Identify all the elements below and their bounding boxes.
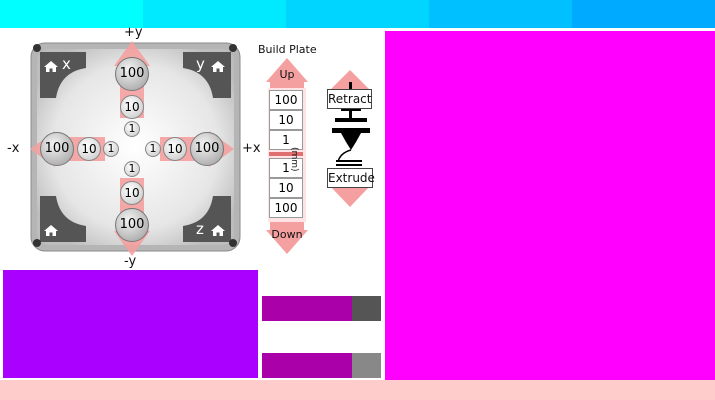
jog-minus-x-1-button[interactable]: 1 [103,141,119,157]
screw [229,239,237,247]
top-strip-segment [572,0,715,28]
step-label: 1 [128,162,136,175]
jog-minus-y-100-button[interactable]: 100 [115,208,149,242]
step-label: 10 [167,142,183,156]
build-plate-steps-up: 100 10 1 [269,90,303,150]
left-bottom-panel [3,270,258,378]
jog-plus-y-10-button[interactable]: 10 [120,95,144,119]
step-label: 1 [107,142,115,155]
step-label: 1 [149,142,157,155]
top-strip [0,0,715,28]
build-plate-up-100-button[interactable]: 100 [269,90,303,110]
step-label: 100 [194,141,220,156]
top-strip-segment [286,0,429,28]
build-plate-down-100-button[interactable]: 100 [269,198,303,218]
top-strip-segment [143,0,286,28]
build-plate-unit-label: (mm) [289,147,299,172]
screw [33,239,41,247]
jog-plus-y-1-button[interactable]: 1 [124,121,140,137]
axis-label-minus-y: -y [124,254,137,269]
extrude-arrow-shape [330,186,370,207]
build-plate-title: Build Plate [258,43,317,56]
step-label: 1 [128,122,136,135]
jog-minus-x-100-button[interactable]: 100 [40,132,74,166]
step-label: 10 [81,142,97,156]
jog-plus-x-100-button[interactable]: 100 [190,132,224,166]
jog-plus-x-10-button[interactable]: 10 [163,137,187,161]
screw [229,44,237,52]
jog-control: x y z +y -y -x +x 100 10 1 1 10 100 100 … [0,25,261,270]
screw [33,44,41,52]
top-strip-segment [429,0,572,28]
home-x-label[interactable]: x [62,55,71,73]
extruder-control: Retract Extrude [322,68,380,210]
build-plate-down-10-button[interactable]: 10 [269,178,303,198]
progress-bar-2-rest [352,353,381,378]
build-plate-down-button[interactable]: Down [266,228,308,241]
build-plate-control: Up Down 100 10 1 1 10 100 (mm) [260,58,320,258]
build-plate-up-10-button[interactable]: 10 [269,110,303,130]
step-label: 100 [119,217,145,232]
axis-label-minus-x: -x [7,141,20,156]
step-label: 100 [119,66,145,81]
home-z-label[interactable]: z [196,220,204,238]
top-strip-segment [0,0,143,28]
jog-minus-y-1-button[interactable]: 1 [124,161,140,177]
step-label: 100 [44,141,70,156]
build-plate-up-button[interactable]: Up [266,68,308,81]
jog-minus-x-10-button[interactable]: 10 [77,137,101,161]
footer-bar [0,380,715,400]
axis-label-plus-y: +y [124,25,143,40]
axis-label-plus-x: +x [242,141,261,156]
jog-plus-y-100-button[interactable]: 100 [115,57,149,91]
progress-bar-1-rest [352,296,381,321]
extrude-button[interactable]: Extrude [327,168,375,188]
step-label: 10 [124,186,140,200]
progress-bar-1-fill [262,296,352,321]
home-y-label[interactable]: y [196,55,205,73]
jog-plus-x-1-button[interactable]: 1 [145,141,161,157]
jog-minus-y-10-button[interactable]: 10 [120,181,144,205]
progress-bar-2-fill [262,353,352,378]
retract-button[interactable]: Retract [327,89,372,109]
step-label: 10 [124,100,140,114]
right-panel [385,31,715,380]
